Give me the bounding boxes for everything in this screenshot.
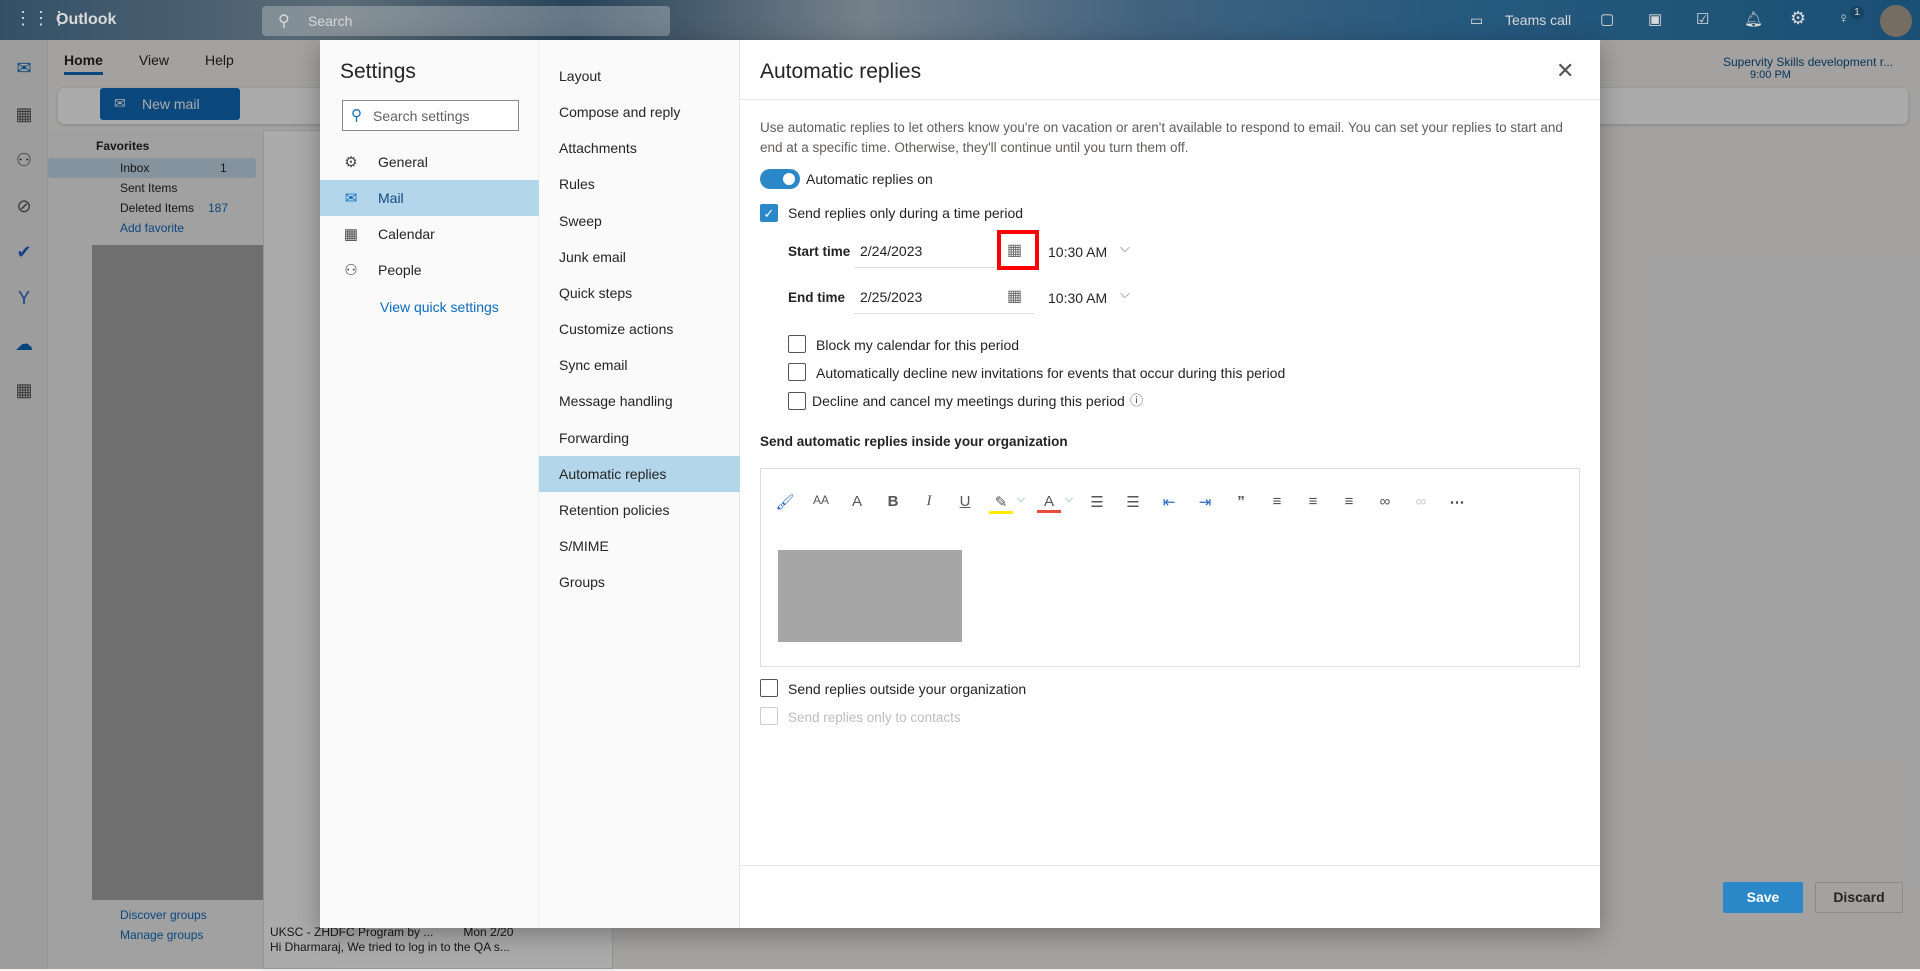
header-divider bbox=[740, 99, 1600, 100]
description: Use automatic replies to let others know… bbox=[760, 120, 1563, 155]
decline-meetings-checkbox[interactable] bbox=[788, 392, 806, 410]
category-label: Calendar bbox=[378, 226, 435, 242]
save-button[interactable]: Save bbox=[1723, 882, 1803, 913]
outside-org-label: Send replies outside your organization bbox=[788, 681, 1027, 697]
italic-icon[interactable]: I bbox=[917, 493, 941, 510]
automatic-replies-panel: Automatic replies ✕ Use automatic replie… bbox=[740, 40, 1903, 928]
section-customize-actions[interactable]: Customize actions bbox=[539, 311, 740, 347]
contacts-only-label: Send replies only to contacts bbox=[788, 710, 961, 725]
start-date-value: 2/24/2023 bbox=[860, 243, 923, 259]
more-options-icon[interactable]: ⋯ bbox=[1445, 493, 1469, 511]
chevron-down-icon[interactable]: ⌵ bbox=[1057, 493, 1081, 506]
section-rules[interactable]: Rules bbox=[539, 166, 740, 202]
footer-divider bbox=[740, 865, 1600, 866]
settings-categories: Settings ⚲ Search settings ⚙ General ✉ Mai… bbox=[320, 40, 539, 928]
chevron-down-icon[interactable]: ⌵ bbox=[1120, 240, 1130, 256]
section-sync-email[interactable]: Sync email bbox=[539, 347, 740, 383]
mail-sections: Layout Compose and reply Attachments Rules S… bbox=[539, 40, 740, 928]
align-center-icon[interactable]: ≡ bbox=[1301, 493, 1325, 510]
section-sweep[interactable]: Sweep bbox=[539, 203, 740, 239]
end-time-value[interactable]: 10:30 AM bbox=[1048, 290, 1107, 306]
top-dim bbox=[0, 0, 1920, 40]
bullets-icon[interactable]: ☰ bbox=[1085, 493, 1109, 511]
redacted-message bbox=[778, 550, 962, 642]
section-quick-steps[interactable]: Quick steps bbox=[539, 275, 740, 311]
auto-replies-toggle[interactable] bbox=[760, 169, 800, 189]
panel-title: Automatic replies bbox=[760, 60, 922, 83]
info-icon[interactable]: ⓘ bbox=[1130, 390, 1143, 409]
end-time-label: End time bbox=[788, 290, 846, 305]
view-quick-settings-link[interactable]: View quick settings bbox=[380, 299, 499, 315]
quote-icon[interactable]: ” bbox=[1229, 493, 1253, 510]
chevron-down-icon[interactable]: ⌵ bbox=[1009, 493, 1033, 506]
section-forwarding[interactable]: Forwarding bbox=[539, 420, 740, 456]
section-retention-policies[interactable]: Retention policies bbox=[539, 492, 740, 528]
underline-icon[interactable]: U bbox=[953, 493, 977, 510]
category-general[interactable]: ⚙ General bbox=[320, 144, 539, 180]
section-junk-email[interactable]: Junk email bbox=[539, 239, 740, 275]
section-groups[interactable]: Groups bbox=[539, 564, 740, 600]
settings-title: Settings bbox=[340, 60, 416, 83]
calendar-icon: ▦ bbox=[343, 226, 359, 243]
grow-font-icon[interactable]: A bbox=[845, 493, 869, 510]
section-message-handling[interactable]: Message handling bbox=[539, 383, 740, 419]
chevron-down-icon[interactable]: ⌵ bbox=[1120, 286, 1130, 302]
time-period-label: Send replies only during a time period bbox=[788, 205, 1024, 221]
toggle-label: Automatic replies on bbox=[806, 171, 933, 187]
category-label: General bbox=[378, 154, 428, 170]
settings-dialog: Settings ⚲ Search settings ⚙ General ✉ Mai… bbox=[320, 40, 1903, 928]
category-label: People bbox=[378, 262, 422, 278]
close-icon[interactable]: ✕ bbox=[1556, 58, 1574, 84]
category-label: Mail bbox=[378, 190, 404, 206]
section-attachments[interactable]: Attachments bbox=[539, 130, 740, 166]
outside-org-checkbox[interactable] bbox=[760, 679, 778, 697]
font-size-icon[interactable]: AA bbox=[809, 493, 833, 507]
mail-icon: ✉ bbox=[344, 190, 358, 207]
align-right-icon[interactable]: ≡ bbox=[1337, 493, 1361, 510]
people-icon: ⚇ bbox=[344, 262, 358, 279]
link-icon[interactable]: ∞ bbox=[1373, 493, 1397, 510]
section-compose-and-reply[interactable]: Compose and reply bbox=[539, 94, 740, 130]
decline-invitations-label: Automatically decline new invitations fo… bbox=[816, 365, 1286, 381]
end-date-value: 2/25/2023 bbox=[860, 289, 923, 305]
gear-icon: ⚙ bbox=[344, 154, 358, 171]
end-calendar-icon[interactable]: ▦ bbox=[1007, 286, 1022, 306]
format-painter-icon[interactable]: 🖌︎ bbox=[773, 493, 797, 511]
discard-button[interactable]: Discard bbox=[1815, 882, 1903, 913]
message-editor[interactable]: 🖌︎ AA A B I U ✎ ⌵ A ⌵ ☰ ☰ ⇤ ⇥ ” ≡ ≡ ≡ ∞ … bbox=[760, 468, 1580, 667]
inside-org-heading: Send automatic replies inside your organ… bbox=[760, 434, 1068, 449]
bold-icon[interactable]: B bbox=[881, 493, 905, 510]
category-people[interactable]: ⚇ People bbox=[320, 252, 539, 288]
start-time-label: Start time bbox=[788, 244, 851, 259]
time-period-checkbox[interactable]: ✓ bbox=[760, 204, 778, 222]
search-icon: ⚲ bbox=[351, 107, 362, 124]
search-placeholder: Search settings bbox=[373, 108, 470, 124]
category-calendar[interactable]: ▦ Calendar bbox=[320, 216, 539, 252]
start-time-value[interactable]: 10:30 AM bbox=[1048, 244, 1107, 260]
contacts-only-checkbox bbox=[760, 707, 778, 725]
start-calendar-icon[interactable]: ▦ bbox=[1007, 240, 1022, 260]
settings-search-input[interactable]: ⚲ Search settings bbox=[342, 100, 519, 131]
section-automatic-replies[interactable]: Automatic replies bbox=[539, 455, 740, 492]
numbering-icon[interactable]: ☰ bbox=[1121, 493, 1145, 511]
increase-indent-icon[interactable]: ⇥ bbox=[1193, 493, 1217, 511]
decrease-indent-icon[interactable]: ⇤ bbox=[1157, 493, 1181, 511]
block-calendar-checkbox[interactable] bbox=[788, 335, 806, 353]
block-calendar-label: Block my calendar for this period bbox=[816, 337, 1020, 353]
unlink-icon: ∞ bbox=[1415, 493, 1427, 510]
decline-invitations-checkbox[interactable] bbox=[788, 363, 806, 381]
section-s-mime[interactable]: S/MIME bbox=[539, 528, 740, 564]
align-left-icon[interactable]: ≡ bbox=[1265, 493, 1289, 510]
category-mail[interactable]: ✉ Mail bbox=[320, 180, 539, 216]
section-layout[interactable]: Layout bbox=[539, 58, 740, 94]
decline-meetings-label: Decline and cancel my meetings during th… bbox=[812, 393, 1125, 409]
